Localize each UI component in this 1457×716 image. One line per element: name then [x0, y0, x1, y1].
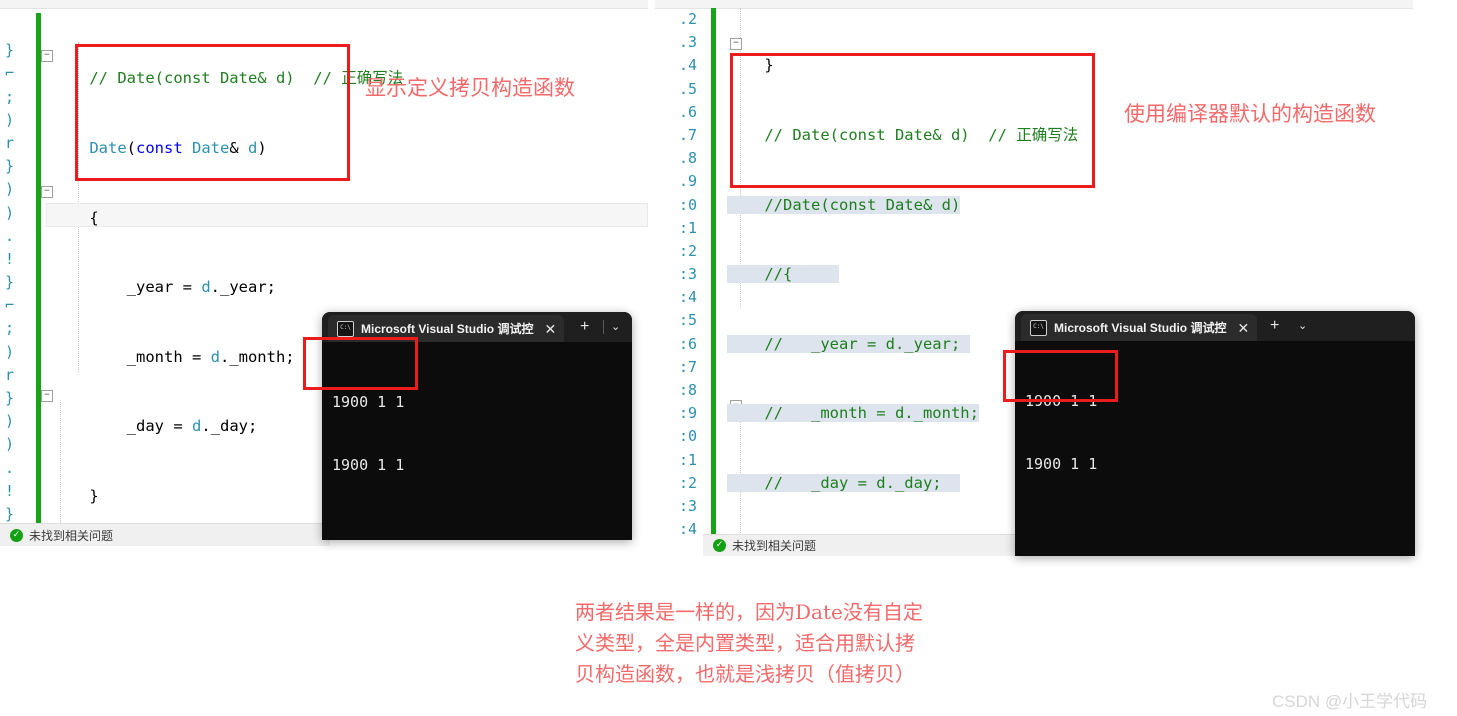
left-console-window[interactable]: C:\ Microsoft Visual Studio 调试控 ✕ + ⌄ 19…: [322, 312, 632, 540]
close-icon[interactable]: ✕: [544, 322, 556, 336]
code-line[interactable]: //{: [727, 263, 1306, 286]
right-editor-change-bar: [711, 8, 716, 536]
bottom-annotation-note: 两者结果是一样的，因为Date没有自定 义类型，全是内置类型，适合用默认拷 贝构…: [575, 600, 923, 686]
line-number: :8: [678, 381, 697, 399]
check-circle-icon: ✓: [713, 539, 726, 552]
code-token-comment: // _day = d._day;: [727, 473, 942, 492]
line-number: :4: [678, 288, 697, 307]
left-console-titlebar[interactable]: C:\ Microsoft Visual Studio 调试控 ✕ + ⌄: [322, 312, 632, 342]
right-console-tab-title: Microsoft Visual Studio 调试控: [1054, 321, 1227, 335]
line-number: :2: [678, 473, 697, 492]
screenshot-root: } ⌐ ; ) r } ) ) . ! } ⌐ ; ) r } ) ) . ! …: [0, 0, 1457, 716]
console-output-line: 1900 1 1: [1025, 455, 1098, 473]
titlebar-divider: [603, 320, 604, 334]
console-output-line: 1900 1 1: [332, 393, 405, 411]
code-line[interactable]: }: [727, 54, 1306, 77]
line-number: :1: [678, 218, 697, 237]
new-tab-icon[interactable]: +: [580, 317, 589, 337]
console-output-line: 1900 1 1: [332, 456, 405, 474]
right-status-bar: ✓ 未找到相关问题: [703, 534, 1025, 556]
right-console-tab[interactable]: C:\ Microsoft Visual Studio 调试控 ✕: [1021, 314, 1258, 341]
code-token-comment: // _month = d._month;: [727, 404, 979, 423]
left-console-output: 1900 1 1 1900 1 1 D:\Code\C++\类和对象（中）\x6…: [322, 342, 632, 540]
code-token-comment: //{: [727, 265, 793, 284]
code-token-comment: // Date(const Date& d) // 正确写法: [52, 69, 404, 88]
line-number: :9: [678, 404, 697, 423]
code-line[interactable]: {: [52, 207, 603, 230]
close-icon[interactable]: ✕: [1237, 321, 1249, 335]
line-number: .6: [678, 102, 697, 121]
line-number: .8: [678, 149, 697, 168]
line-number: .2: [678, 10, 697, 28]
right-status-text: 未找到相关问题: [732, 539, 817, 553]
right-annotation-text: 使用编译器默认的构造函数: [1124, 102, 1376, 126]
line-number: :6: [678, 334, 697, 353]
left-status-text: 未找到相关问题: [29, 528, 114, 543]
new-tab-icon[interactable]: +: [1270, 316, 1279, 336]
chevron-down-icon[interactable]: ⌄: [1298, 317, 1307, 335]
code-line[interactable]: _year = d._year;: [52, 276, 603, 299]
line-number: .3: [678, 33, 697, 52]
check-circle-icon: ✓: [10, 528, 23, 542]
csdn-watermark: CSDN @小王学代码: [1272, 692, 1428, 711]
line-number: :5: [678, 311, 697, 330]
left-console-tab[interactable]: C:\ Microsoft Visual Studio 调试控 ✕: [328, 315, 565, 342]
right-editor-line-numbers: .2 .3 .4 .5 .6 .7 .8 .9 :0 :1 :2 :3 :4 :…: [655, 8, 697, 540]
line-number: :4: [678, 520, 697, 539]
console-output-line: 1900 1 1: [1025, 392, 1098, 410]
code-token-type: Date: [192, 139, 230, 157]
line-number: :0: [678, 427, 697, 446]
left-editor-top-strip: [0, 0, 648, 9]
code-token-comment: // _year = d._year;: [727, 334, 961, 353]
left-status-bar: ✓ 未找到相关问题: [0, 523, 330, 546]
code-token-keyword: const: [136, 139, 183, 157]
line-number: .7: [678, 125, 697, 144]
line-number: .5: [678, 79, 697, 98]
right-console-window[interactable]: C:\ Microsoft Visual Studio 调试控 ✕ + ⌄ 19…: [1015, 311, 1415, 556]
line-number: :1: [678, 450, 697, 469]
right-console-titlebar[interactable]: C:\ Microsoft Visual Studio 调试控 ✕ + ⌄: [1015, 311, 1415, 341]
left-annotation-text: 显示定义拷贝构造函数: [365, 76, 575, 100]
code-line[interactable]: //Date(const Date& d): [727, 194, 1306, 217]
console-icon: C:\: [337, 320, 354, 337]
left-editor-change-bar: [36, 13, 41, 523]
chevron-down-icon[interactable]: ⌄: [611, 318, 620, 336]
line-number: :3: [678, 496, 697, 515]
right-console-output: 1900 1 1 1900 1 1 D:\Code\C++\类和对象（中）\x6…: [1015, 341, 1415, 556]
left-editor-line-numbers: } ⌐ ; ) r } ) ) . ! } ⌐ ; ) r } ) ) . ! …: [4, 41, 14, 523]
console-icon: C:\: [1030, 319, 1047, 336]
line-number: :2: [678, 241, 697, 260]
line-number: :0: [678, 195, 697, 214]
code-token-comment: //Date(const Date& d): [727, 195, 961, 214]
line-number: :3: [678, 265, 697, 284]
code-line[interactable]: Date(const Date& d): [52, 137, 603, 160]
left-console-tab-title: Microsoft Visual Studio 调试控: [361, 322, 534, 336]
line-number: :7: [678, 357, 697, 376]
code-token-type: Date: [89, 139, 127, 157]
code-token-comment: // Date(const Date& d) // 正确写法: [727, 126, 1079, 144]
line-number: .4: [678, 56, 697, 75]
line-number: .9: [678, 172, 697, 191]
